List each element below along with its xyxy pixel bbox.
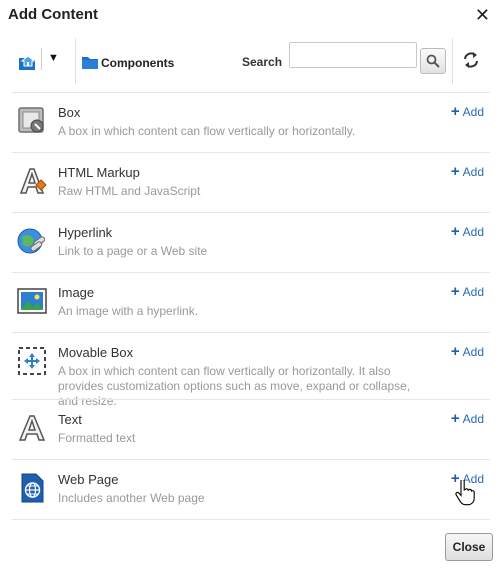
item-name: Web Page <box>58 472 119 487</box>
list-item: Movable Box A box in which content can f… <box>12 332 490 408</box>
list-item: HTML Markup Raw HTML and JavaScript + Ad… <box>12 152 490 212</box>
list-item: Image An image with a hyperlink. + Add <box>12 272 490 332</box>
add-html-markup-button[interactable]: + Add <box>450 163 484 180</box>
search-label: Search <box>242 55 283 69</box>
add-box-button[interactable]: + Add <box>450 103 484 120</box>
add-hyperlink-button[interactable]: + Add <box>450 223 484 240</box>
list-item: Text Formatted text + Add <box>12 399 490 459</box>
toolbar: ▼ Components Search <box>0 38 500 84</box>
plus-icon: + <box>450 103 460 120</box>
plus-icon: + <box>450 283 460 300</box>
item-name: HTML Markup <box>58 165 140 180</box>
list-item: Box A box in which content can flow vert… <box>12 92 490 152</box>
home-folder-icon[interactable] <box>17 52 39 74</box>
list-item: Web Page Includes another Web page + Add <box>12 459 490 519</box>
item-description: Raw HTML and JavaScript <box>58 184 201 198</box>
toolbar-divider <box>452 38 453 84</box>
list-item: Hyperlink Link to a page or a Web site +… <box>12 212 490 272</box>
item-description: A box in which content can flow vertical… <box>58 124 356 138</box>
chevron-down-icon[interactable]: ▼ <box>48 52 59 64</box>
list-divider <box>12 519 490 520</box>
item-description: Formatted text <box>58 431 136 445</box>
add-text-button[interactable]: + Add <box>450 410 484 427</box>
add-content-dialog: Add Content ✕ ▼ Components Search Box A … <box>0 0 500 569</box>
refresh-icon[interactable] <box>462 51 480 74</box>
search-icon <box>426 54 440 68</box>
web-page-icon <box>16 472 48 504</box>
add-image-button[interactable]: + Add <box>450 283 484 300</box>
plus-icon: + <box>450 163 460 180</box>
dialog-title: Add Content <box>8 6 98 23</box>
search-button[interactable] <box>420 48 446 74</box>
toolbar-divider <box>75 38 76 84</box>
close-button[interactable]: Close <box>445 533 493 561</box>
item-name: Image <box>58 285 95 300</box>
item-description: Includes another Web page <box>58 491 205 505</box>
html-markup-icon <box>16 165 48 197</box>
content-list: Box A box in which content can flow vert… <box>12 92 490 520</box>
item-name: Hyperlink <box>58 225 113 240</box>
item-name: Movable Box <box>58 345 134 360</box>
search-input[interactable] <box>289 42 417 68</box>
add-movable-box-button[interactable]: + Add <box>450 343 484 360</box>
text-icon <box>16 412 48 444</box>
plus-icon: + <box>450 223 460 240</box>
plus-icon: + <box>450 410 460 427</box>
item-name: Text <box>58 412 82 427</box>
item-name: Box <box>58 105 81 120</box>
hand-pointer-icon <box>455 478 475 511</box>
toolbar-separator <box>41 48 42 70</box>
dialog-close-icon[interactable]: ✕ <box>475 6 490 24</box>
folder-icon <box>82 55 98 74</box>
item-description: An image with a hyperlink. <box>58 304 199 318</box>
movable-box-icon <box>16 345 48 377</box>
item-description: Link to a page or a Web site <box>58 244 208 258</box>
hyperlink-globe-icon <box>16 225 48 257</box>
plus-icon: + <box>450 343 460 360</box>
image-icon <box>16 285 48 317</box>
box-icon <box>16 105 48 137</box>
folder-breadcrumb-label[interactable]: Components <box>101 56 174 70</box>
